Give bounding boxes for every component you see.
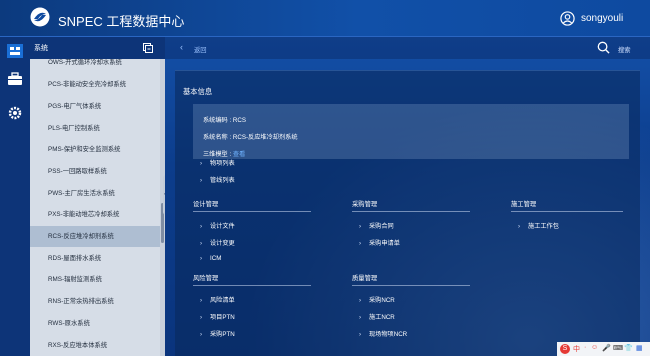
pipeline-list-link[interactable]: › 管线列表 — [200, 175, 235, 184]
tree-item-pss[interactable]: PSS-一回路取样系统 — [30, 161, 160, 182]
chevron-right-icon: › — [200, 255, 203, 262]
app-title: SNPEC 工程数据中心 — [58, 14, 185, 29]
tree-item-rds[interactable]: RDS-屋面排水系统 — [30, 248, 160, 269]
work-package-link[interactable]: › 施工工作包 — [518, 221, 559, 230]
section-design-title: 设计管理 — [193, 201, 219, 208]
chevron-right-icon: › — [359, 223, 362, 230]
sidebar-title: 系统 — [34, 45, 48, 52]
basic-info-box: 系统编码 : RCS 系统名称 : RCS-反应堆冷却剂系统 三维模型 : 查看 — [193, 104, 629, 159]
tree-item-pgs[interactable]: PGS-电厂气体系统 — [30, 96, 160, 117]
tree-item-pls[interactable]: PLS-电厂控制系统 — [30, 118, 160, 139]
chevron-right-icon: › — [359, 331, 362, 338]
divider — [352, 211, 470, 212]
item-list-link[interactable]: › 物项列表 — [200, 158, 235, 167]
design-files-link[interactable]: › 设计文件 — [200, 221, 235, 230]
chevron-right-icon: › — [359, 297, 362, 304]
tree-item-pws[interactable]: PWS-主厂房生活水系统 — [30, 183, 160, 204]
tree-item-pms[interactable]: PMS-保护和安全监测系统 — [30, 139, 160, 160]
tree-item-pxs[interactable]: PXS-非能动堆芯冷却系统 — [30, 204, 160, 225]
system-tree: OWS-开式循环冷却水系统 PCS-非能动安全壳冷却系统 PGS-电厂气体系统 … — [30, 59, 165, 356]
ime-logo-icon[interactable]: S — [560, 344, 570, 354]
punctuation-mode-icon[interactable]: · — [584, 344, 586, 351]
toolbox-icon[interactable]: ▦ — [636, 344, 643, 352]
microphone-icon[interactable]: 🎤 — [602, 344, 611, 352]
left-rail — [0, 37, 30, 356]
detail-panel: 基本信息 系统编码 : RCS 系统名称 : RCS-反应堆冷却剂系统 三维模型… — [175, 70, 640, 356]
chevron-right-icon: › — [200, 177, 203, 184]
sidebar-header: 系统 — [30, 37, 165, 59]
org-chart-icon[interactable] — [7, 44, 23, 58]
purchase-ncr-link[interactable]: › 采购NCR — [359, 295, 395, 304]
ime-chinese-mode[interactable]: 中 — [573, 344, 580, 354]
chevron-right-icon: › — [200, 297, 203, 304]
icm-link[interactable]: › ICM — [200, 255, 221, 262]
risk-list-link[interactable]: › 风险清单 — [200, 295, 235, 304]
toolbar: ‹ 返回 搜索 — [165, 37, 650, 59]
model-label: 三维模型 : — [203, 151, 233, 158]
divider — [193, 285, 311, 286]
panel-title: 基本信息 — [183, 87, 213, 96]
chevron-right-icon: › — [200, 160, 203, 167]
site-item-ncr-link[interactable]: › 现场物项NCR — [359, 329, 407, 338]
section-quality-title: 质量管理 — [352, 275, 378, 282]
model-row: 三维模型 : 查看 — [203, 149, 245, 158]
chevron-right-icon: › — [200, 314, 203, 321]
divider — [193, 211, 311, 212]
tree-item-rms[interactable]: RMS-辐射监测系统 — [30, 269, 160, 290]
section-procurement-title: 采购管理 — [352, 201, 378, 208]
divider — [511, 211, 623, 212]
purchase-ptn-link[interactable]: › 采购PTN — [200, 329, 235, 338]
tree-item-rxs[interactable]: RXS-反应堆本体系统 — [30, 335, 160, 356]
tree-item-rcs[interactable]: RCS-反应堆冷却剂系统 — [30, 226, 160, 247]
emoji-icon[interactable]: ☺ — [591, 344, 598, 351]
search-button[interactable]: 搜索 — [618, 45, 631, 54]
purchase-contract-link[interactable]: › 采购合同 — [359, 221, 394, 230]
chevron-right-icon: › — [200, 223, 203, 230]
tree-item-rns[interactable]: RNS-正常余热排出系统 — [30, 291, 160, 312]
chevron-right-icon: › — [518, 223, 521, 230]
divider — [352, 285, 470, 286]
section-risk-title: 风险管理 — [193, 275, 219, 282]
tree-item-pcs[interactable]: PCS-非能动安全壳冷却系统 — [30, 74, 160, 95]
snpec-logo-icon — [30, 7, 50, 27]
model-view-link[interactable]: 查看 — [233, 151, 245, 158]
collapse-all-icon[interactable] — [143, 43, 153, 53]
chevron-right-icon: › — [359, 240, 362, 247]
briefcase-icon[interactable] — [7, 72, 23, 86]
tree-item-rws[interactable]: RWS-原水系统 — [30, 313, 160, 334]
chevron-right-icon: › — [200, 240, 203, 247]
project-ptn-link[interactable]: › 项目PTN — [200, 312, 235, 321]
purchase-request-link[interactable]: › 采购申请单 — [359, 238, 400, 247]
skin-icon[interactable]: 👕 — [624, 344, 633, 352]
system-sidebar: 系统 OWS-开式循环冷却水系统 PCS-非能动安全壳冷却系统 PGS-电厂气体… — [30, 37, 165, 356]
ime-tray: S 中 · ☺ 🎤 ⌨ 👕 ▦ — [557, 342, 650, 356]
back-chevron-icon[interactable]: ‹ — [180, 42, 183, 52]
back-link[interactable]: 返回 — [194, 45, 207, 54]
keyboard-icon[interactable]: ⌨ — [613, 344, 623, 352]
tree-item-ows[interactable]: OWS-开式循环冷却水系统 — [30, 59, 160, 73]
settings-gear-icon[interactable] — [7, 106, 23, 120]
search-icon[interactable] — [597, 41, 610, 54]
system-name: 系统名称 : RCS-反应堆冷却剂系统 — [203, 134, 298, 141]
top-header: SNPEC 工程数据中心 songyouli — [0, 0, 650, 37]
design-change-link[interactable]: › 设计变更 — [200, 238, 235, 247]
construction-ncr-link[interactable]: › 施工NCR — [359, 312, 395, 321]
system-code: 系统编码 : RCS — [203, 117, 246, 124]
section-construction-title: 施工管理 — [511, 201, 537, 208]
chevron-right-icon: › — [200, 331, 203, 338]
chevron-right-icon: › — [359, 314, 362, 321]
username[interactable]: songyouli — [581, 13, 623, 24]
user-avatar-icon[interactable] — [560, 11, 575, 26]
main-content: ‹ 返回 搜索 基本信息 系统编码 : RCS 系统名称 : RCS-反应堆冷却… — [165, 37, 650, 356]
